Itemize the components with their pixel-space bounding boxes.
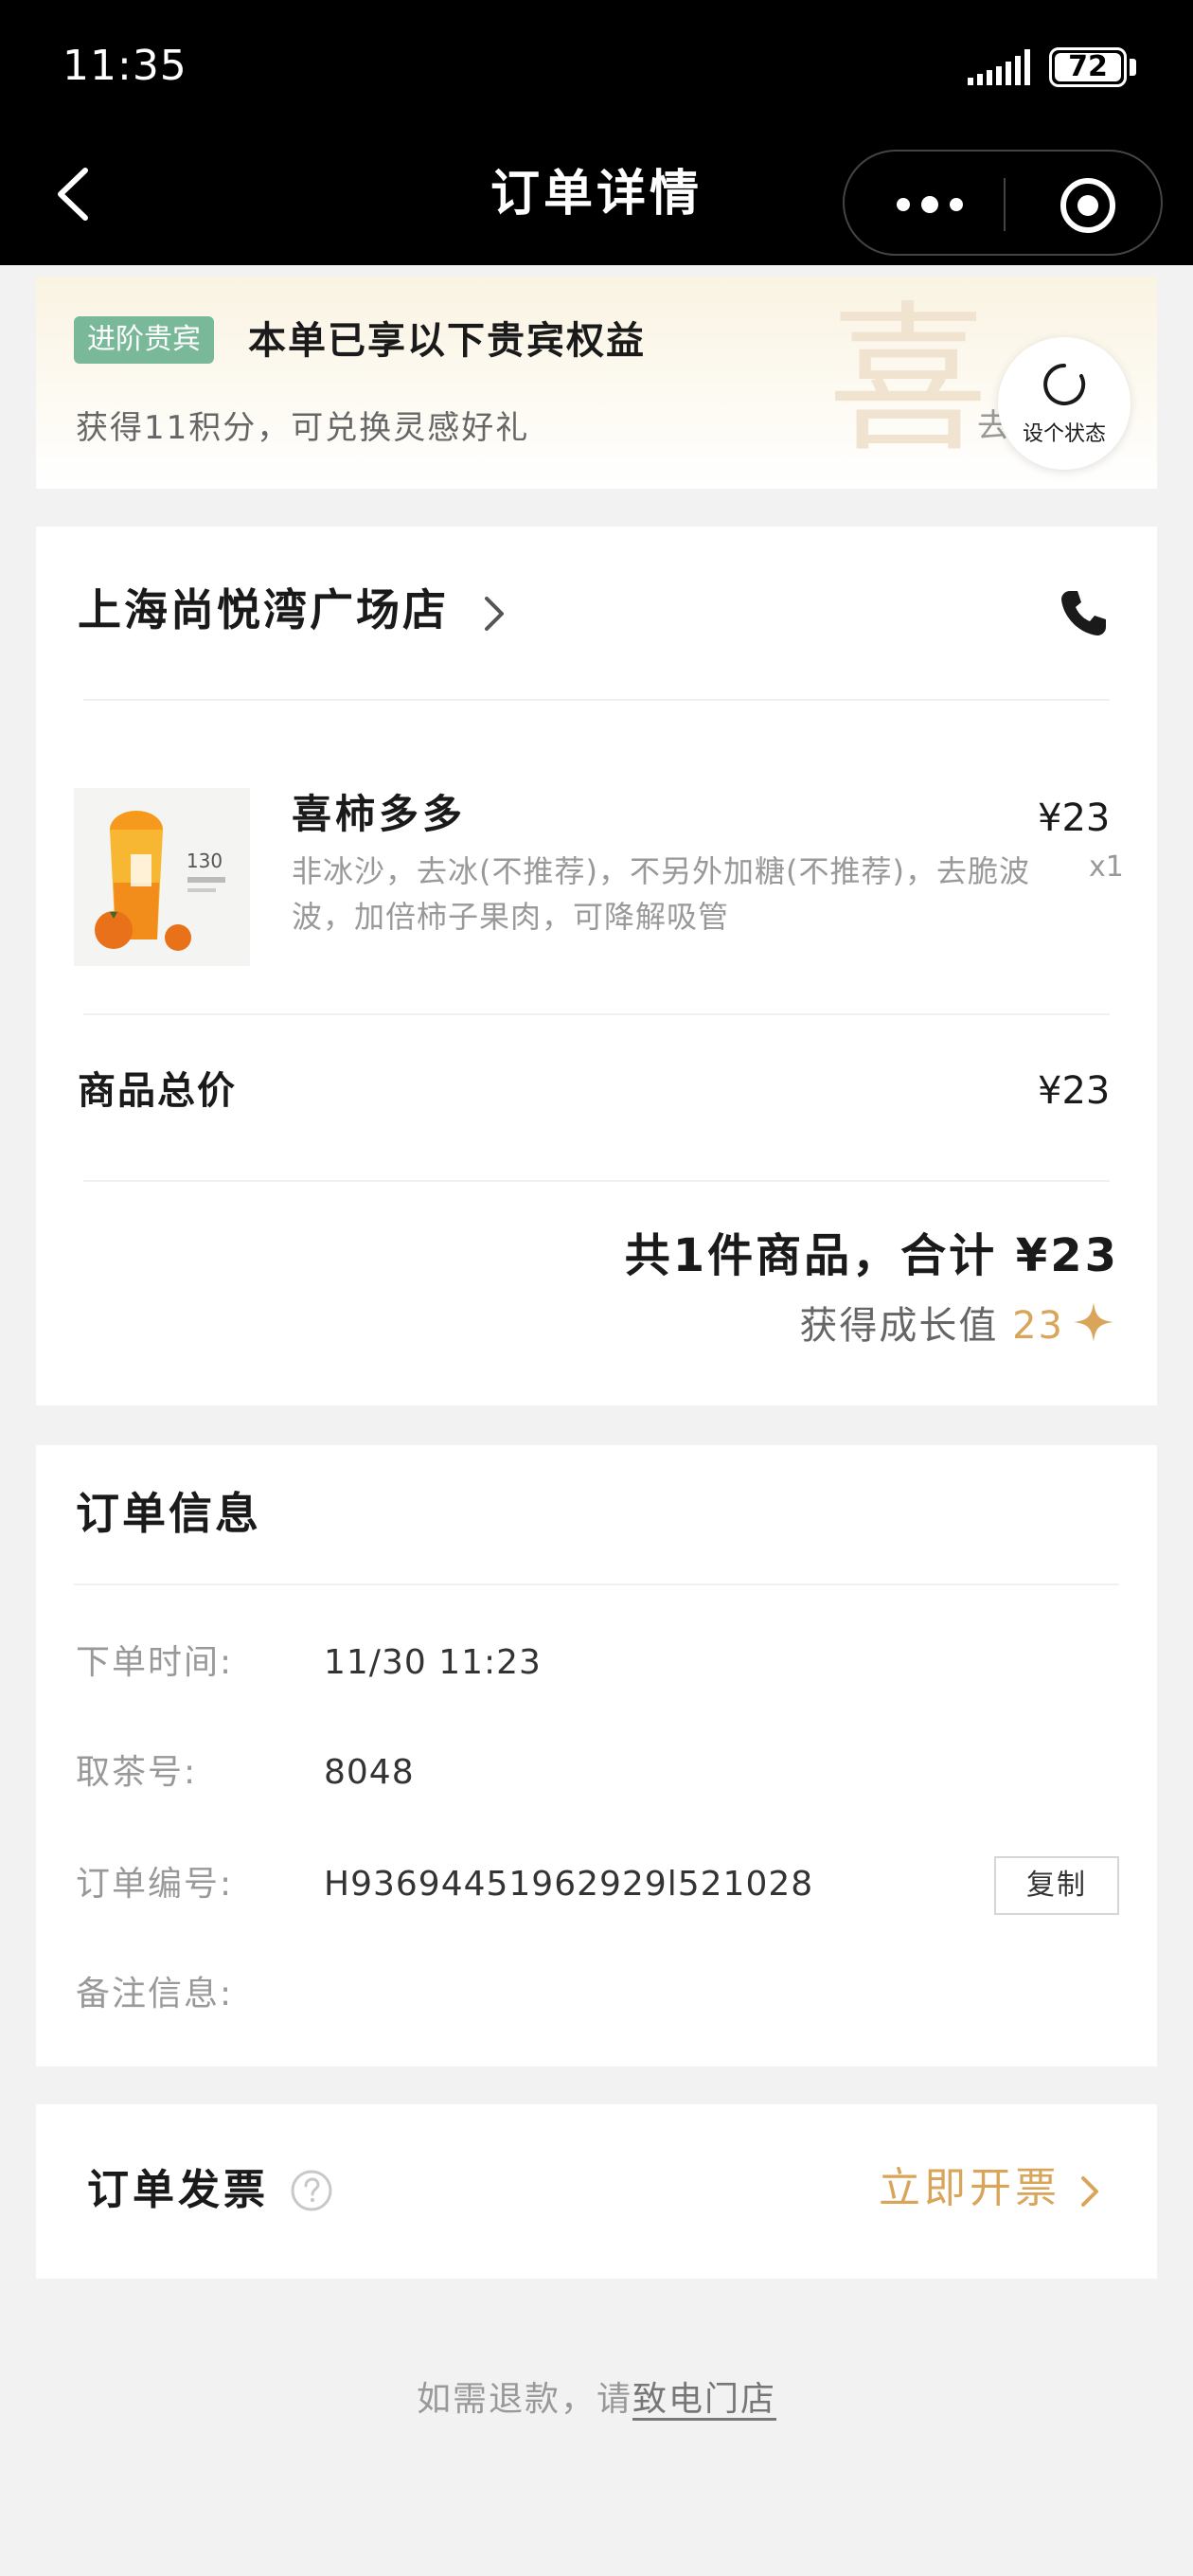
order-total: 共1件商品，合计 ¥23 (624, 1229, 1119, 1282)
order-time-value: 11/30 11:23 (324, 1643, 542, 1682)
product-price: ¥23 (1038, 796, 1111, 840)
invoice-card[interactable]: 订单发票 立即开票 (36, 2104, 1157, 2279)
order-info-title: 订单信息 (76, 1488, 261, 1539)
divider (83, 1013, 1110, 1015)
order-info-card: 订单信息 下单时间: 11/30 11:23 取茶号: 8048 订单编号: H… (36, 1445, 1157, 2066)
remark-label: 备注信息: (76, 1975, 234, 2013)
status-time: 11:35 (62, 42, 187, 90)
divider (74, 1583, 1119, 1585)
refund-prefix: 如需退款，请 (416, 2380, 632, 2419)
set-status-button[interactable]: 设个状态 (998, 337, 1131, 470)
refund-note: 如需退款，请致电门店 (0, 2375, 1193, 2424)
copy-button[interactable]: 复制 (994, 1856, 1119, 1915)
loading-circle-icon (1043, 364, 1086, 405)
brand-watermark: 喜 (828, 287, 989, 474)
sparkle-icon (1074, 1302, 1113, 1342)
battery-level: 72 (1068, 50, 1108, 83)
target-icon[interactable] (1059, 176, 1117, 235)
help-icon[interactable] (290, 2169, 333, 2212)
divider (83, 699, 1110, 701)
call-store-link[interactable]: 致电门店 (632, 2380, 776, 2419)
growth-points: 获得成长值 23 (799, 1299, 1115, 1352)
order-time-label: 下单时间: (76, 1643, 234, 1682)
order-number-label: 订单编号: (76, 1865, 234, 1904)
divider (83, 1180, 1110, 1182)
order-items-card: 上海尚悦湾广场店 130 喜柿多多 非冰沙，去冰(不推荐)，不另外加糖(不推荐)… (36, 527, 1157, 1405)
growth-value: 23 (1012, 1304, 1064, 1348)
issue-invoice-button[interactable]: 立即开票 (879, 2159, 1060, 2218)
subtotal-label: 商品总价 (78, 1069, 237, 1113)
mini-program-capsule (843, 150, 1163, 256)
product-name: 喜柿多多 (292, 791, 467, 837)
vip-level-badge: 进阶贵宾 (74, 316, 214, 364)
store-name[interactable]: 上海尚悦湾广场店 (78, 580, 449, 640)
order-number-value: H93694451962929l521028 (324, 1865, 814, 1904)
battery-icon: 72 (1049, 47, 1127, 87)
subtotal-value: ¥23 (1038, 1069, 1111, 1113)
product-quantity: x1 (1089, 850, 1124, 884)
phone-icon[interactable] (1057, 587, 1110, 640)
product-options: 非冰沙，去冰(不推荐)，不另外加糖(不推荐)，去脆波波，加倍柿子果肉，可降解吸管 (292, 853, 1030, 935)
more-icon[interactable] (892, 191, 968, 218)
pickup-number-value: 8048 (324, 1753, 415, 1792)
pickup-number-label: 取茶号: (76, 1753, 198, 1792)
invoice-title: 订单发票 (87, 2166, 269, 2214)
top-bar: 11:35 72 订单详情 (0, 0, 1193, 265)
growth-label: 获得成长值 (799, 1304, 999, 1348)
set-status-label: 设个状态 (1022, 422, 1106, 446)
vip-benefit-card[interactable]: 喜 进阶贵宾 本单已享以下贵宾权益 获得11积分，可兑换灵感好礼 去 (36, 277, 1157, 489)
vip-points-text: 获得11积分，可兑换灵感好礼 (76, 409, 530, 447)
chevron-right-icon[interactable] (1077, 2174, 1102, 2209)
vip-benefit-title: 本单已享以下贵宾权益 (248, 319, 646, 363)
product-image: 130 (74, 788, 250, 966)
cup-text: 130 (187, 850, 223, 872)
chevron-right-icon[interactable] (481, 595, 507, 633)
signal-icon (968, 49, 1030, 85)
